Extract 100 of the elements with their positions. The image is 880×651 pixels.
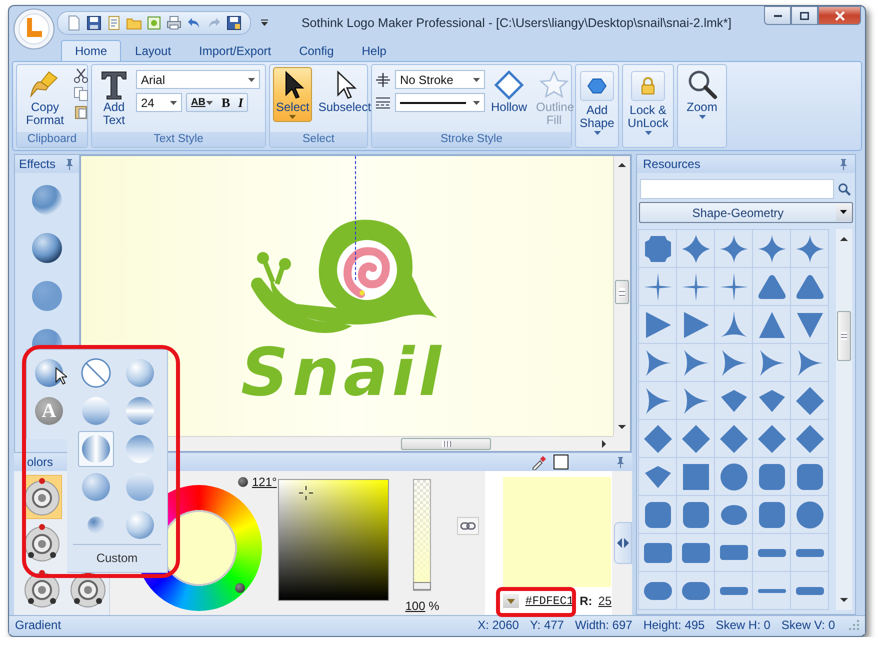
shape-tile[interactable] [677,572,714,609]
customize-caret-icon[interactable] [260,19,269,27]
shape-tile[interactable] [791,230,828,267]
floppy-icon[interactable] [226,15,242,31]
shape-tile[interactable] [753,458,790,495]
search-icon[interactable] [838,182,851,196]
category-dropdown[interactable]: Shape-Geometry [639,202,853,223]
add-text-button[interactable]: Add Text [95,67,133,129]
vertical-scrollbar[interactable] [613,156,630,436]
font-dropdown[interactable]: Arial [136,70,260,89]
font-size-dropdown[interactable]: 24 [136,93,182,112]
shape-tile[interactable] [791,268,828,305]
shape-tile[interactable] [715,534,752,571]
app-logo-icon[interactable] [13,8,55,50]
shape-tile[interactable] [715,268,752,305]
color-mode-dropdown[interactable] [503,594,520,608]
shape-tile[interactable] [753,268,790,305]
shape-tile[interactable] [677,534,714,571]
tab[interactable]: Config [285,40,348,61]
resize-grip-icon[interactable] [849,620,859,630]
shape-tile[interactable] [639,458,676,495]
shape-tile[interactable] [791,382,828,419]
shape-tile[interactable] [677,230,714,267]
stroke-tool-button[interactable]: Hollow [488,67,530,116]
shape-tile[interactable] [715,344,752,381]
shape-tile[interactable] [791,344,828,381]
hue-value[interactable]: 121° [252,475,277,489]
shape-tile[interactable] [715,420,752,457]
select-tool-button[interactable]: Select [273,67,312,122]
saturation-picker[interactable] [278,479,390,601]
shape-tile[interactable] [677,420,714,457]
shape-tile[interactable] [753,534,790,571]
shape-tile[interactable] [639,382,676,419]
bold-button[interactable]: B [217,94,234,111]
shape-tile[interactable] [715,230,752,267]
tab[interactable]: Import/Export [185,40,286,61]
color-swatch-icon[interactable] [553,454,569,470]
italic-button[interactable]: I [234,94,248,111]
save-icon[interactable] [86,15,102,31]
eyedropper-icon[interactable] [531,454,547,470]
lines-icon[interactable] [375,94,391,110]
panel-toggle[interactable] [614,522,632,564]
shape-tile[interactable] [715,306,752,343]
shape-tile[interactable] [639,496,676,533]
shape-tile[interactable] [791,534,828,571]
tab[interactable]: Help [348,40,400,61]
shape-tile[interactable] [639,306,676,343]
plus-line-icon[interactable] [375,72,391,88]
shape-tile[interactable] [639,420,676,457]
shape-tile[interactable] [753,496,790,533]
shape-tile[interactable] [715,458,752,495]
custom-option[interactable]: Custom [73,544,161,573]
search-field[interactable] [640,179,834,199]
paste-icon[interactable] [73,104,89,120]
shape-tile[interactable] [677,344,714,381]
tab[interactable]: Layout [121,40,186,61]
minimize-button[interactable] [764,6,791,25]
shape-tile[interactable] [715,496,752,533]
pin-icon[interactable] [64,158,75,170]
shape-tile[interactable] [791,458,828,495]
shape-tile[interactable] [639,534,676,571]
character-spacing-button[interactable]: AB [187,94,218,111]
shape-tile[interactable] [753,344,790,381]
copy-format-button[interactable]: Copy Format [20,67,70,129]
shape-tile[interactable] [677,382,714,419]
slider-thumb[interactable] [413,582,432,590]
stroke-dropdown[interactable]: No Stroke [395,70,485,89]
line-style-dropdown[interactable] [395,93,485,112]
shape-tile[interactable] [639,268,676,305]
shape-tile[interactable] [791,572,828,609]
shape-tile[interactable] [639,572,676,609]
shape-tile[interactable] [753,572,790,609]
add-shape-button[interactable]: Add Shape [575,69,619,138]
picture-icon[interactable] [146,15,162,31]
shape-tile[interactable] [677,268,714,305]
shape-tile[interactable] [791,420,828,457]
shape-tile[interactable] [639,230,676,267]
shape-tile[interactable] [677,306,714,343]
select-tool-button[interactable]: Subselect [315,67,374,116]
shape-tile[interactable] [753,420,790,457]
hex-value[interactable]: #FDFEC1 [525,594,574,608]
maximize-button[interactable] [791,6,818,25]
zoom-button[interactable]: Zoom [679,67,725,122]
shape-tile[interactable] [791,496,828,533]
pin-icon[interactable] [615,456,626,468]
scissors-icon[interactable] [73,68,89,84]
shape-tile[interactable] [677,458,714,495]
shape-tile[interactable] [753,382,790,419]
lock-button[interactable]: Lock & UnLock [622,69,674,138]
vertical-scrollbar[interactable] [836,229,852,610]
link-button[interactable] [457,517,480,535]
tab[interactable]: Home [61,40,122,61]
shape-tile[interactable] [753,230,790,267]
shape-tile[interactable] [791,306,828,343]
shape-tile[interactable] [715,382,752,419]
shape-tile[interactable] [677,496,714,533]
printer-icon[interactable] [166,15,182,31]
channel-value[interactable]: 25 [598,594,612,608]
shape-tile[interactable] [715,572,752,609]
shape-tile[interactable] [639,344,676,381]
